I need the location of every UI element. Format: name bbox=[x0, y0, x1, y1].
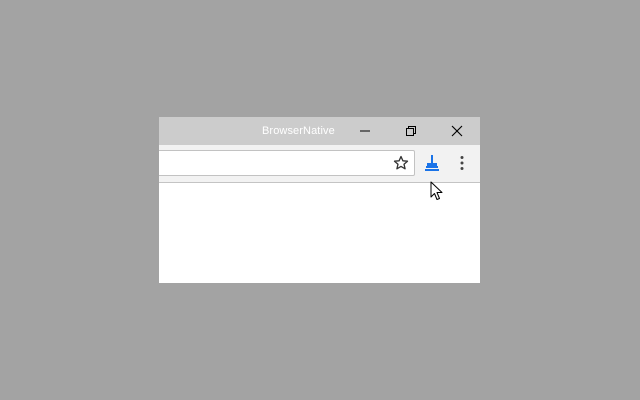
address-bar[interactable] bbox=[159, 150, 415, 176]
title-bar[interactable]: BrowserNative bbox=[159, 117, 480, 145]
close-icon bbox=[451, 125, 463, 137]
minimize-icon bbox=[360, 130, 370, 132]
mouse-cursor-icon bbox=[430, 181, 443, 200]
restore-icon bbox=[406, 126, 416, 136]
browser-toolbar bbox=[159, 145, 480, 183]
minimize-button[interactable] bbox=[342, 117, 388, 145]
vertical-ellipsis-icon[interactable] bbox=[453, 154, 471, 172]
close-button[interactable] bbox=[434, 117, 480, 145]
star-icon[interactable] bbox=[393, 155, 409, 171]
restore-button[interactable] bbox=[388, 117, 434, 145]
window-title: BrowserNative bbox=[262, 125, 335, 137]
broom-icon[interactable] bbox=[423, 154, 441, 172]
